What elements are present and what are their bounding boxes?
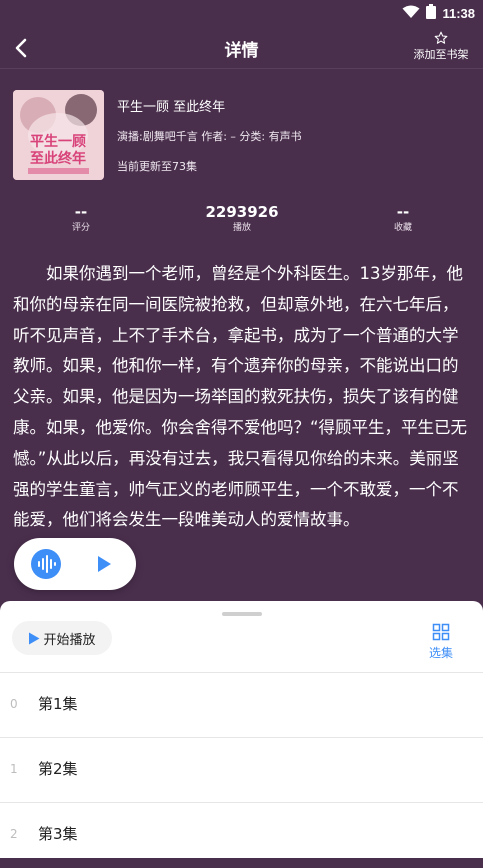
episode-index: 1 bbox=[10, 762, 18, 776]
floating-player[interactable] bbox=[14, 538, 136, 590]
episode-row[interactable]: 1 第2集 bbox=[0, 737, 483, 803]
episode-sheet: 开始播放 选集 0 第1集 1 第2集 2 第3集 bbox=[0, 601, 483, 858]
start-playback-label: 开始播放 bbox=[43, 632, 96, 648]
episode-row[interactable]: 0 第1集 bbox=[0, 672, 483, 738]
play-icon bbox=[98, 556, 111, 572]
stat-favorites: -- 收藏 bbox=[348, 203, 458, 234]
stat-plays: 2293926 播放 bbox=[187, 203, 297, 234]
header-divider bbox=[0, 68, 483, 69]
status-bar: 11:38 bbox=[0, 0, 483, 26]
book-meta: 演播:剧舞吧千言 作者: – 分类: 有声书 bbox=[117, 130, 302, 143]
stat-value: -- bbox=[74, 203, 88, 221]
stat-label: 收藏 bbox=[393, 223, 412, 233]
stat-label: 播放 bbox=[232, 223, 251, 233]
voice-wave-button[interactable] bbox=[31, 549, 61, 579]
app-bar: 详情 添加至书架 bbox=[0, 26, 483, 70]
select-episode-label: 选集 bbox=[428, 646, 453, 660]
select-episode-button[interactable]: 选集 bbox=[421, 623, 461, 661]
update-status: 当前更新至73集 bbox=[117, 160, 197, 173]
episode-index: 2 bbox=[10, 827, 18, 841]
status-time: 11:38 bbox=[442, 5, 475, 21]
add-to-shelf-button[interactable]: 添加至书架 bbox=[409, 31, 473, 62]
start-playback-button[interactable]: 开始播放 bbox=[12, 621, 112, 655]
svg-text:平生一顾: 平生一顾 bbox=[30, 133, 86, 150]
book-cover-image[interactable]: 平生一顾 至此终年 bbox=[13, 90, 104, 180]
book-title: 平生一顾 至此终年 bbox=[117, 100, 226, 115]
stat-value: 2293926 bbox=[205, 203, 279, 221]
sound-wave-icon bbox=[38, 555, 56, 573]
battery-icon bbox=[426, 3, 437, 23]
stat-label: 评分 bbox=[71, 223, 90, 233]
grid-icon bbox=[432, 623, 450, 641]
episode-row[interactable]: 2 第3集 bbox=[0, 802, 483, 868]
wifi-icon bbox=[402, 4, 420, 23]
episode-name: 第2集 bbox=[38, 760, 78, 778]
mini-play-button[interactable] bbox=[94, 554, 114, 574]
add-to-shelf-label: 添加至书架 bbox=[413, 48, 469, 61]
episode-name: 第1集 bbox=[38, 695, 78, 713]
play-icon bbox=[29, 632, 40, 644]
star-icon bbox=[409, 31, 473, 48]
episode-name: 第3集 bbox=[38, 825, 78, 843]
book-description: 如果你遇到一个老师，曾经是个外科医生。13岁那年，他和你的母亲在同一间医院被抢救… bbox=[13, 264, 468, 530]
svg-text:至此终年: 至此终年 bbox=[30, 150, 86, 167]
sheet-drag-handle[interactable] bbox=[222, 612, 262, 616]
stat-value: -- bbox=[396, 203, 410, 221]
episode-index: 0 bbox=[10, 697, 18, 711]
stat-rating: -- 评分 bbox=[26, 203, 136, 234]
